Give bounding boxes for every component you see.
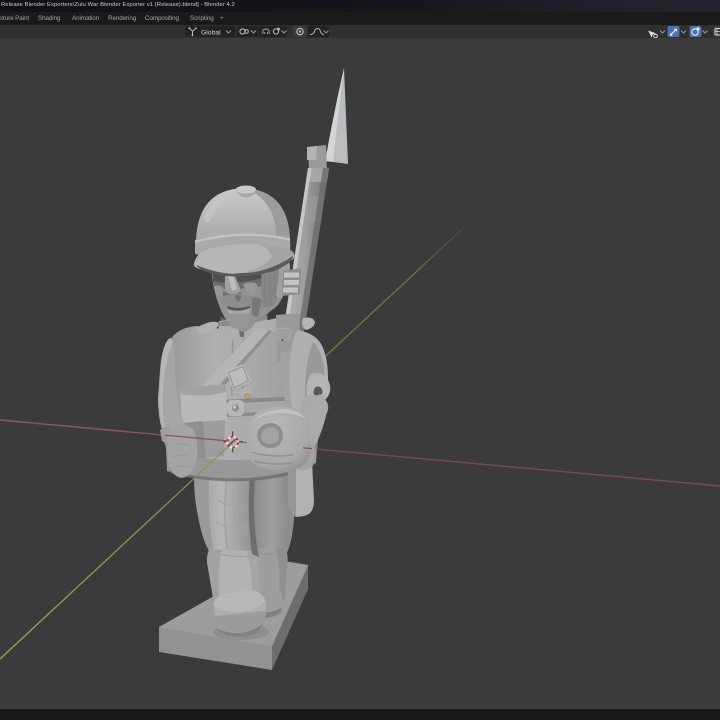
svg-text:Global: Global — [201, 29, 221, 36]
